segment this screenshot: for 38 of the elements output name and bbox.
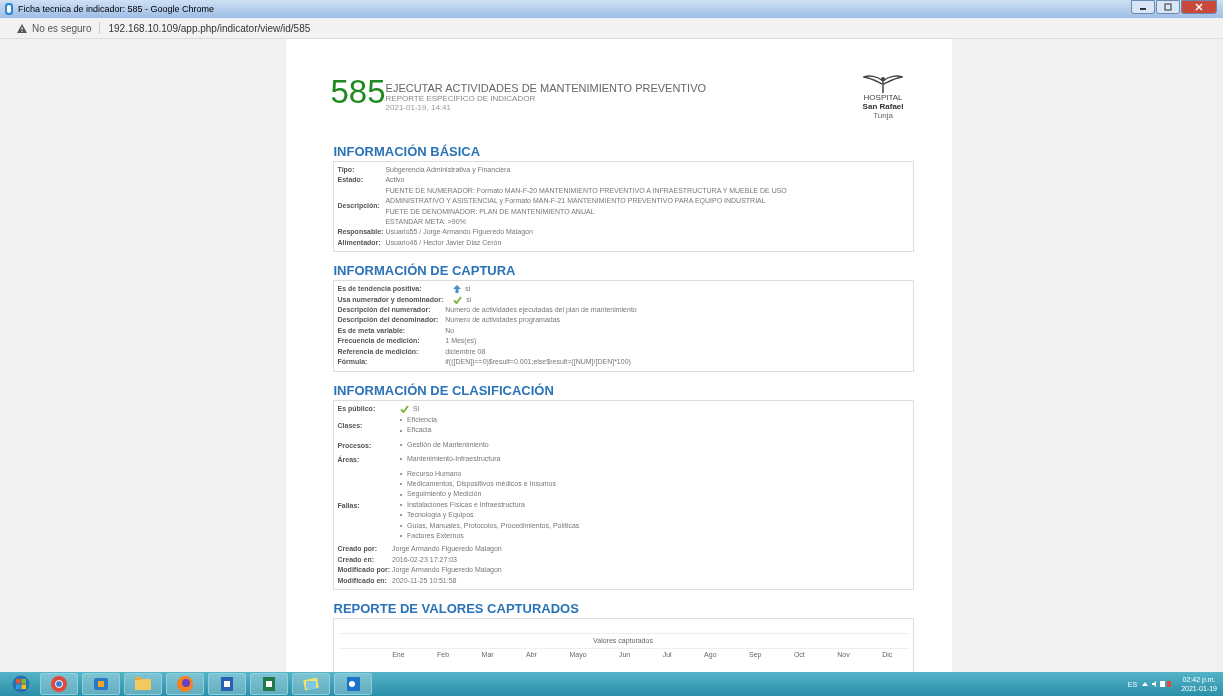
url-field[interactable]: 192.168.10.109/app.php/indicator/view/id/585 — [108, 22, 311, 34]
taskbar-app-button[interactable] — [334, 673, 372, 695]
report-date: 2021-01-19, 14:41 — [385, 103, 452, 112]
section-heading: REPORTE DE VALORES CAPTURADOS — [333, 601, 580, 617]
warning-icon — [17, 23, 27, 33]
check-icon — [400, 404, 409, 413]
security-label: No es seguro — [32, 22, 92, 34]
minimize-button[interactable] — [1131, 0, 1155, 14]
taskbar-app-button[interactable] — [82, 673, 120, 695]
section-heading: INFORMACIÓN DE CAPTURA — [333, 263, 517, 280]
logo-text: San Rafael — [862, 102, 904, 111]
taskbar-app-button[interactable] — [250, 673, 288, 695]
window-title: Ficha tecnica de indicador: 585 - Google Chrome — [18, 4, 215, 14]
mail-icon — [344, 675, 362, 693]
media-icon — [92, 675, 110, 693]
browser-tab-icon — [4, 3, 14, 15]
tray-icons — [1141, 680, 1172, 688]
up-arrow-icon — [453, 285, 462, 294]
taskbar-app-button[interactable] — [166, 673, 204, 695]
angel-wings-icon — [863, 75, 904, 93]
report-subtitle: REPORTE ESPECIFICO DE INDICADOR — [385, 94, 537, 103]
spreadsheet-icon — [260, 675, 278, 693]
logo-text: HOSPITAL — [863, 93, 903, 102]
section-heading: INFORMACIÓN DE CLASIFICACIÓN — [333, 382, 555, 399]
logo-text: Tunja — [873, 111, 893, 120]
circle-icon — [50, 675, 68, 693]
folder-icon — [134, 675, 152, 693]
close-icon — [1195, 3, 1203, 11]
indicator-title: EJECUTAR ACTIVIDADES DE MANTENIMIENTO PREVENTIVO — [385, 83, 707, 94]
notes-icon — [302, 675, 320, 693]
indicator-number: 585 — [330, 75, 386, 109]
section-heading: INFORMACIÓN BÁSICA — [333, 144, 482, 160]
taskbar-app-button[interactable] — [208, 673, 246, 695]
close-button[interactable] — [1181, 0, 1217, 14]
maximize-icon — [1164, 3, 1172, 11]
document-icon — [218, 675, 236, 693]
check-icon — [453, 295, 463, 304]
windows-logo-icon — [12, 675, 30, 693]
